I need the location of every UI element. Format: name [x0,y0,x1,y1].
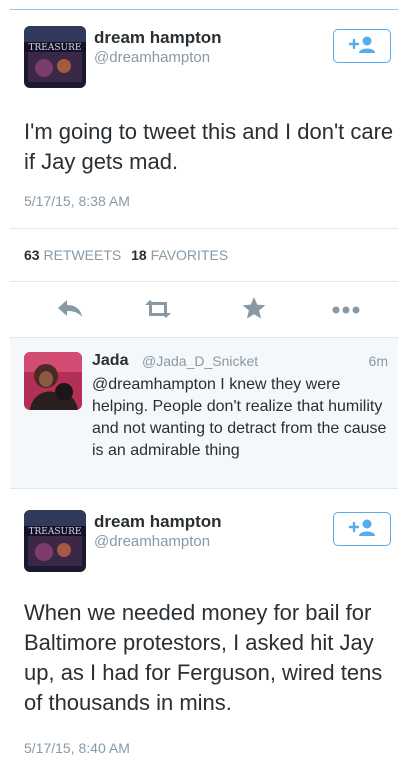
tweet-thread-screen: TREASURE dream hampton @dreamhampton I'm… [0,0,408,771]
author-handle[interactable]: @dreamhampton [94,49,210,66]
divider [10,281,398,282]
follow-plus-person-icon [347,34,377,59]
avatar[interactable]: TREASURE [24,510,86,572]
favorites-label[interactable]: FAVORITES [151,247,229,263]
tweet-text: When we needed money for bail for Baltim… [24,600,383,715]
reply-tweet[interactable]: Jada @Jada_D_Snicket 6m @dreamhampton I … [10,337,398,489]
author-name[interactable]: dream hampton [94,512,222,532]
reply-icon [56,298,84,325]
reply-text: @dreamhampton I knew they were helping. … [92,376,387,459]
retweet-icon [142,298,174,325]
reply-time: 6m [368,353,388,369]
favorites-count[interactable]: 18 [131,247,147,263]
divider [10,228,398,229]
tweet-stats: 63 RETWEETS 18 FAVORITES [24,247,234,263]
follow-plus-person-icon [347,517,377,542]
tweet-timestamp[interactable]: 5/17/15, 8:40 AM [24,740,130,756]
favorite-button[interactable] [234,294,274,326]
top-divider [10,9,398,10]
reply-avatar[interactable] [24,352,82,410]
more-dots-icon [331,302,361,320]
retweet-button[interactable] [138,295,178,327]
tweet-actions-bar [0,293,408,329]
author-name[interactable]: dream hampton [94,28,222,48]
star-icon [241,296,267,325]
reply-author-handle[interactable]: @Jada_D_Snicket [142,353,258,369]
avatar-logo-text: TREASURE [29,43,82,53]
tweet-text: I'm going to tweet this and I don't care… [24,119,394,174]
more-button[interactable] [326,295,366,327]
avatar[interactable]: TREASURE [24,26,86,88]
avatar-logo-text: TREASURE [29,527,82,537]
retweets-label[interactable]: RETWEETS [43,247,121,263]
follow-button[interactable] [333,29,391,63]
tweet-timestamp[interactable]: 5/17/15, 8:38 AM [24,193,130,209]
author-handle[interactable]: @dreamhampton [94,533,210,550]
reply-author-name[interactable]: Jada [92,352,128,370]
follow-button[interactable] [333,512,391,546]
retweets-count[interactable]: 63 [24,247,40,263]
reply-button[interactable] [50,295,90,327]
